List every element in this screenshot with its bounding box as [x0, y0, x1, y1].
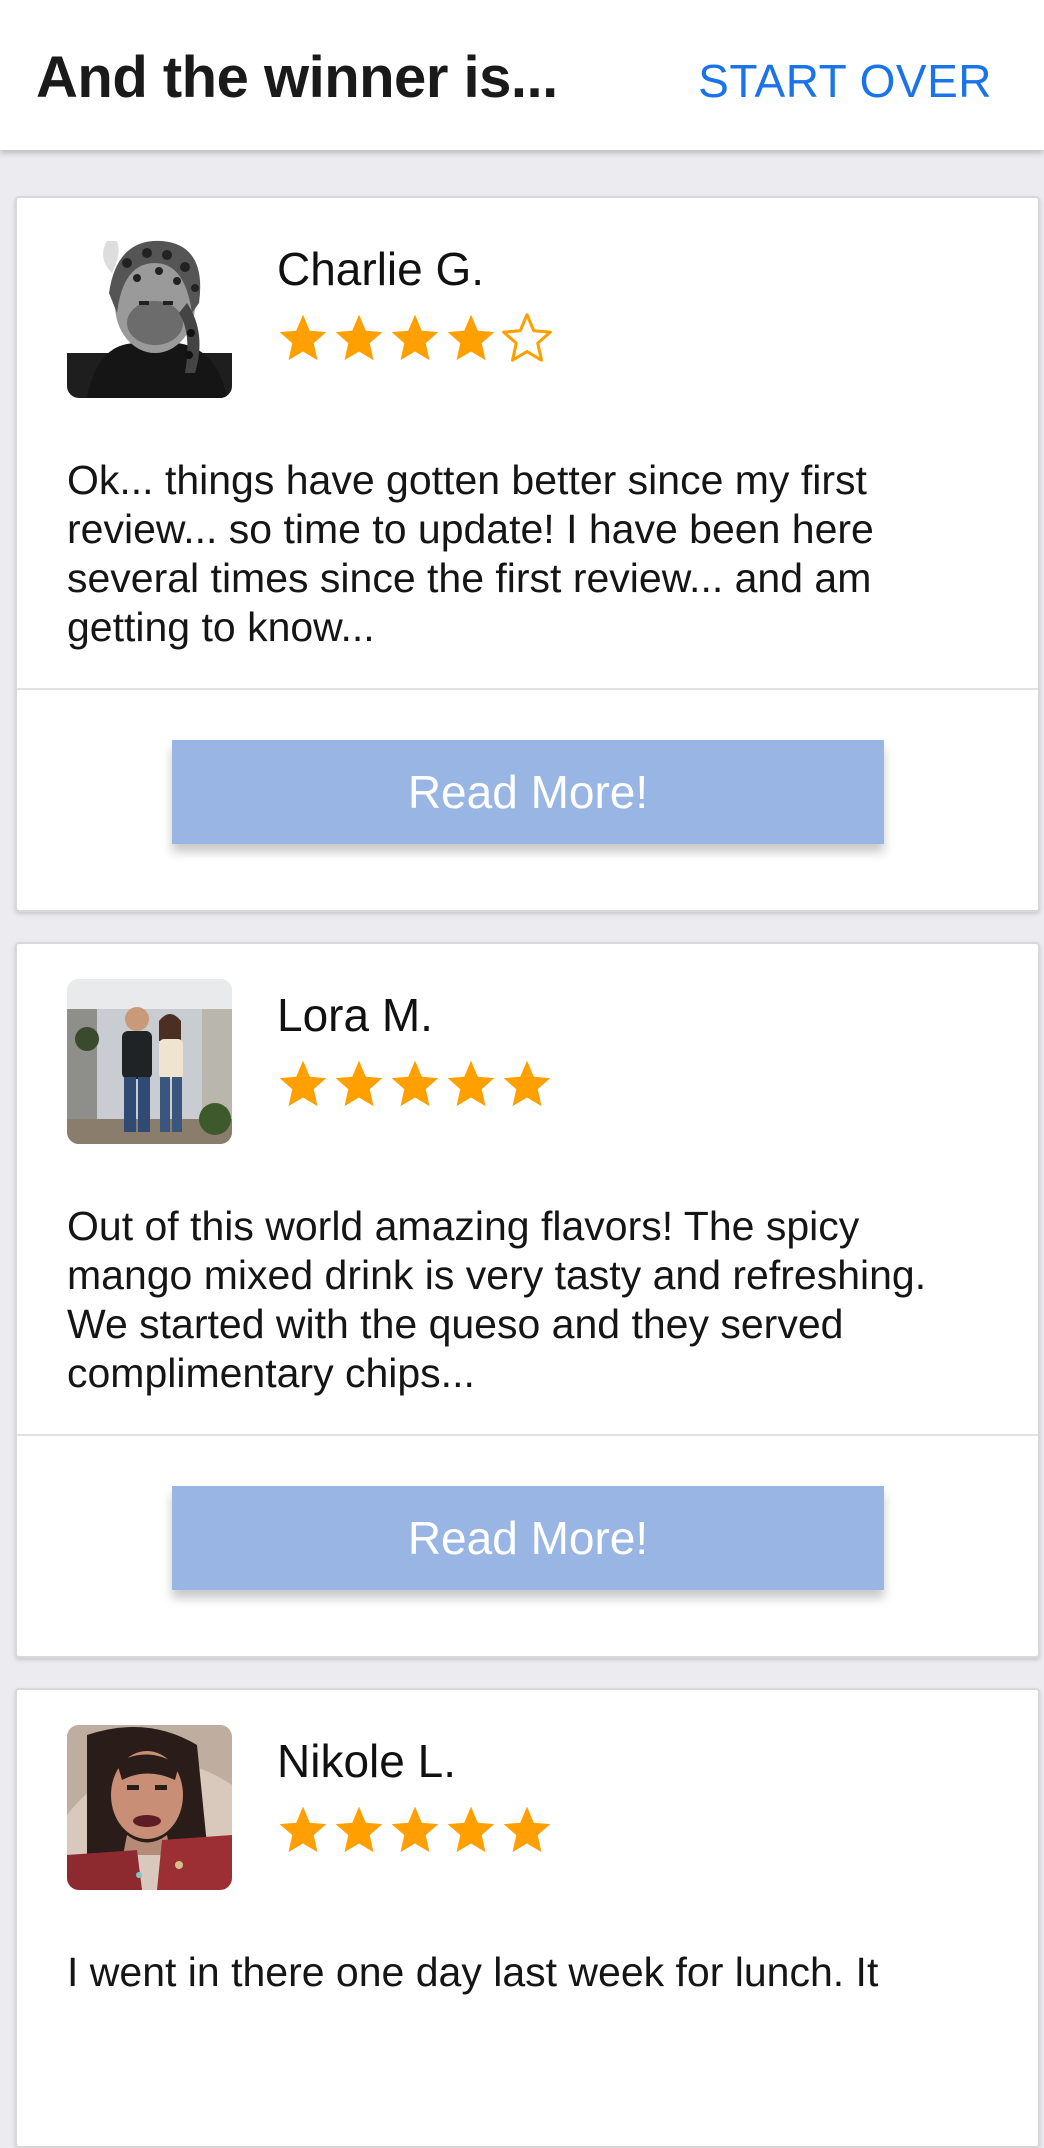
reviewer-name: Nikole L.: [277, 1735, 456, 1787]
star-filled-icon: [503, 1060, 551, 1107]
review-card: Nikole L. I went in there one day last w…: [15, 1688, 1040, 2148]
divider: [17, 1434, 1038, 1436]
star-filled-icon: [335, 314, 383, 361]
page-title: And the winner is...: [36, 45, 558, 110]
star-filled-icon: [447, 1806, 495, 1853]
read-more-button[interactable]: Read More!: [172, 740, 884, 844]
review-card: Charlie G. Ok... things have gotten bett…: [15, 196, 1040, 912]
star-filled-icon: [447, 1060, 495, 1107]
reviewer-name: Lora M.: [277, 989, 433, 1041]
star-rating: [275, 1802, 555, 1858]
star-filled-icon: [335, 1060, 383, 1107]
star-filled-icon: [447, 314, 495, 361]
avatar: [67, 979, 232, 1144]
review-card: Lora M. Out of this world amazing flavor…: [15, 942, 1040, 1658]
star-filled-icon: [279, 1060, 327, 1107]
star-filled-icon: [279, 314, 327, 361]
review-excerpt: Ok... things have gotten better since my…: [67, 457, 874, 650]
star-filled-icon: [335, 1806, 383, 1853]
star-outline-icon: [502, 313, 552, 362]
avatar: [67, 1725, 232, 1890]
avatar: [67, 233, 232, 398]
app-bar: And the winner is... START OVER: [0, 0, 1044, 150]
star-filled-icon: [391, 314, 439, 361]
star-rating: [275, 310, 555, 366]
star-rating: [275, 1056, 555, 1112]
review-excerpt: Out of this world amazing flavors! The s…: [67, 1203, 927, 1396]
read-more-button[interactable]: Read More!: [172, 1486, 884, 1590]
divider: [17, 688, 1038, 690]
star-filled-icon: [391, 1060, 439, 1107]
star-filled-icon: [279, 1806, 327, 1853]
start-over-button[interactable]: START OVER: [698, 54, 992, 108]
review-excerpt: I went in there one day last week for lu…: [67, 1949, 879, 1995]
star-filled-icon: [391, 1806, 439, 1853]
star-filled-icon: [503, 1806, 551, 1853]
reviewer-name: Charlie G.: [277, 243, 485, 295]
